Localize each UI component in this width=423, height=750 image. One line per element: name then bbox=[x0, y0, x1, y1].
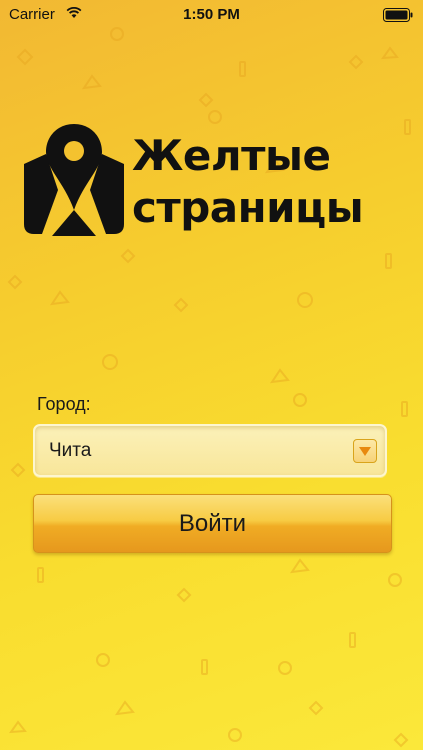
city-select-value: Чита bbox=[49, 440, 92, 461]
map-pin-logo-icon bbox=[24, 124, 124, 236]
battery-icon bbox=[383, 8, 413, 22]
logo-title-line1: Желтые bbox=[132, 131, 331, 180]
app-logo: Желтые страницы bbox=[24, 124, 404, 244]
login-button[interactable]: Войти bbox=[33, 494, 392, 553]
background-pattern bbox=[7, 27, 411, 748]
status-bar: Carrier 1:50 PM bbox=[0, 0, 423, 30]
dropdown-arrow-icon[interactable] bbox=[353, 439, 377, 463]
logo-title-line2: страницы bbox=[132, 183, 364, 232]
city-label: Город: bbox=[37, 394, 91, 414]
city-select[interactable]: Чита bbox=[33, 424, 387, 477]
clock-time: 1:50 PM bbox=[183, 6, 240, 23]
logo-title: Желтые страницы bbox=[132, 130, 364, 234]
